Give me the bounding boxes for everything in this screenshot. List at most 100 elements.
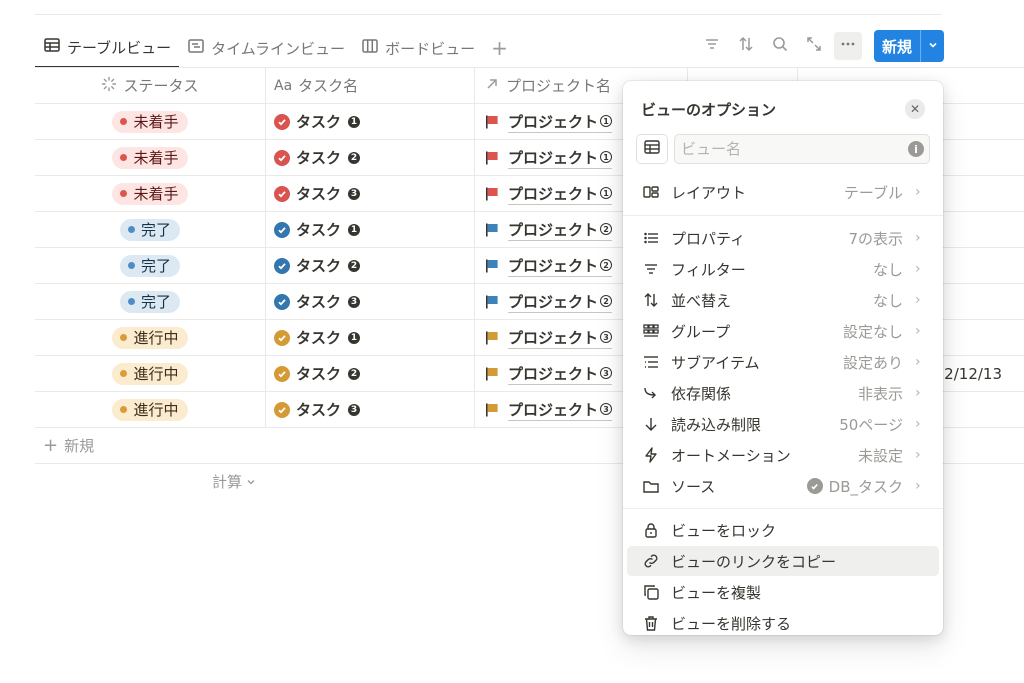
menu-item-value-wrap: なし › (873, 290, 925, 311)
sort-icon (737, 35, 755, 57)
chevron-right-icon: › (915, 230, 921, 246)
menu-item-duplicate[interactable]: ビューを複製 (627, 577, 939, 607)
menu-item-link[interactable]: ビューのリンクをコピー (627, 546, 939, 576)
menu-item-sort[interactable]: 並べ替え なし › (627, 285, 939, 315)
duplicate-icon (641, 582, 661, 602)
menu-item-subitem[interactable]: サブアイテム 設定あり › (627, 347, 939, 377)
close-button[interactable]: ✕ (905, 99, 925, 119)
task-cell[interactable]: タスク 1 (266, 212, 475, 247)
task-title[interactable]: タスク 1 (274, 327, 361, 348)
project-link[interactable]: プロジェクト 1 (484, 147, 613, 169)
view-options-popup: ビューのオプション ✕ i レイアウトテーブル›プロパティ7の表示›フィルターな… (623, 81, 943, 635)
task-cell[interactable]: タスク 1 (266, 104, 475, 139)
check-circle-icon (274, 329, 290, 346)
menu-item-value: テーブル (843, 183, 903, 202)
status-cell[interactable]: 未着手 (35, 176, 266, 211)
menu-item-folder[interactable]: ソース DB_タスク › (627, 471, 939, 501)
relation-arrow-icon (484, 76, 500, 96)
task-title[interactable]: タスク 2 (274, 147, 361, 168)
chevron-right-icon: › (915, 323, 921, 339)
info-icon[interactable]: i (908, 141, 924, 157)
add-view-button[interactable]: + (483, 36, 516, 60)
calculate-button[interactable]: 計算 (212, 471, 256, 492)
project-link[interactable]: プロジェクト 2 (484, 219, 613, 241)
status-cell[interactable]: 完了 (35, 212, 266, 247)
status-cell[interactable]: 進行中 (35, 356, 266, 391)
new-button[interactable]: 新規 (874, 30, 920, 62)
task-cell[interactable]: タスク 3 (266, 392, 475, 427)
status-label: 進行中 (133, 365, 179, 383)
project-link[interactable]: プロジェクト 3 (484, 363, 613, 385)
project-link[interactable]: プロジェクト 3 (484, 327, 613, 349)
view-icon-picker[interactable] (636, 134, 668, 164)
status-cell[interactable]: 完了 (35, 248, 266, 283)
menu-item-label: ビューを削除する (671, 614, 792, 633)
project-name: プロジェクト 2 (508, 255, 613, 277)
tab-board-view[interactable]: ボードビュー (353, 28, 483, 68)
status-dot (120, 118, 128, 125)
menu-item-group[interactable]: グループ 設定なし › (627, 316, 939, 346)
list-icon (641, 228, 661, 248)
expand-button[interactable] (800, 32, 828, 60)
tab-table-view[interactable]: テーブルビュー (35, 28, 180, 68)
task-cell[interactable]: タスク 1 (266, 320, 475, 355)
task-title[interactable]: タスク 2 (274, 255, 361, 276)
task-number-badge: 2 (348, 367, 361, 380)
view-name-row: i (636, 134, 930, 164)
project-link[interactable]: プロジェクト 3 (484, 399, 613, 421)
view-name-input[interactable] (674, 134, 930, 164)
task-title[interactable]: タスク 2 (274, 363, 361, 384)
top-divider (35, 14, 942, 15)
search-button[interactable] (766, 32, 794, 60)
menu-item-list[interactable]: プロパティ 7の表示 › (627, 223, 939, 253)
chevron-right-icon: › (915, 416, 921, 432)
task-column-header[interactable]: Aa タスク名 (266, 68, 475, 103)
check-circle-icon (274, 257, 290, 274)
group-icon (641, 321, 661, 341)
menu-item-trash[interactable]: ビューを削除する (627, 608, 939, 635)
new-dropdown-button[interactable] (920, 30, 944, 62)
menu-item-arrow-down[interactable]: 読み込み制限 50ページ › (627, 409, 939, 439)
task-cell[interactable]: タスク 2 (266, 248, 475, 283)
task-cell[interactable]: タスク 3 (266, 176, 475, 211)
task-cell[interactable]: タスク 2 (266, 356, 475, 391)
project-link[interactable]: プロジェクト 1 (484, 111, 613, 133)
flag-icon (484, 114, 500, 130)
task-title[interactable]: タスク 3 (274, 399, 361, 420)
status-cell[interactable]: 未着手 (35, 104, 266, 139)
menu-item-lightning[interactable]: オートメーション 未設定 › (627, 440, 939, 470)
sort-button[interactable] (732, 32, 760, 60)
task-cell[interactable]: タスク 3 (266, 284, 475, 319)
status-cell[interactable]: 未着手 (35, 140, 266, 175)
project-link[interactable]: プロジェクト 1 (484, 183, 613, 205)
menu-item-lock[interactable]: ビューをロック (627, 515, 939, 545)
menu-item-value-wrap: 未設定 › (858, 445, 925, 466)
menu-item-layout[interactable]: レイアウト テーブル › (627, 177, 939, 207)
project-link[interactable]: プロジェクト 2 (484, 255, 613, 277)
project-link[interactable]: プロジェクト 2 (484, 291, 613, 313)
task-title[interactable]: タスク 3 (274, 183, 361, 204)
task-title[interactable]: タスク 1 (274, 219, 361, 240)
view-toolbar: 新規 (698, 30, 945, 62)
menu-item-value: DB_タスク (828, 477, 903, 496)
project-number-badge: 1 (600, 115, 613, 127)
filter-button[interactable] (698, 32, 726, 60)
board-icon (361, 37, 379, 59)
status-cell[interactable]: 進行中 (35, 320, 266, 355)
tab-label: ボードビュー (385, 39, 476, 58)
menu-item-filter[interactable]: フィルター なし › (627, 254, 939, 284)
menu-item-dependency[interactable]: 依存関係 非表示 › (627, 378, 939, 408)
tab-timeline-view[interactable]: タイムラインビュー (179, 28, 353, 68)
more-options-button[interactable] (834, 32, 862, 60)
project-label: プロジェクト (508, 328, 599, 347)
search-icon (771, 35, 789, 57)
task-title[interactable]: タスク 3 (274, 291, 361, 312)
status-cell[interactable]: 完了 (35, 284, 266, 319)
status-label: 完了 (140, 293, 171, 311)
task-cell[interactable]: タスク 2 (266, 140, 475, 175)
project-name: プロジェクト 1 (508, 111, 613, 133)
task-title[interactable]: タスク 1 (274, 111, 361, 132)
task-number-badge: 1 (348, 331, 361, 344)
status-cell[interactable]: 進行中 (35, 392, 266, 427)
status-column-header[interactable]: ステータス (35, 68, 266, 103)
